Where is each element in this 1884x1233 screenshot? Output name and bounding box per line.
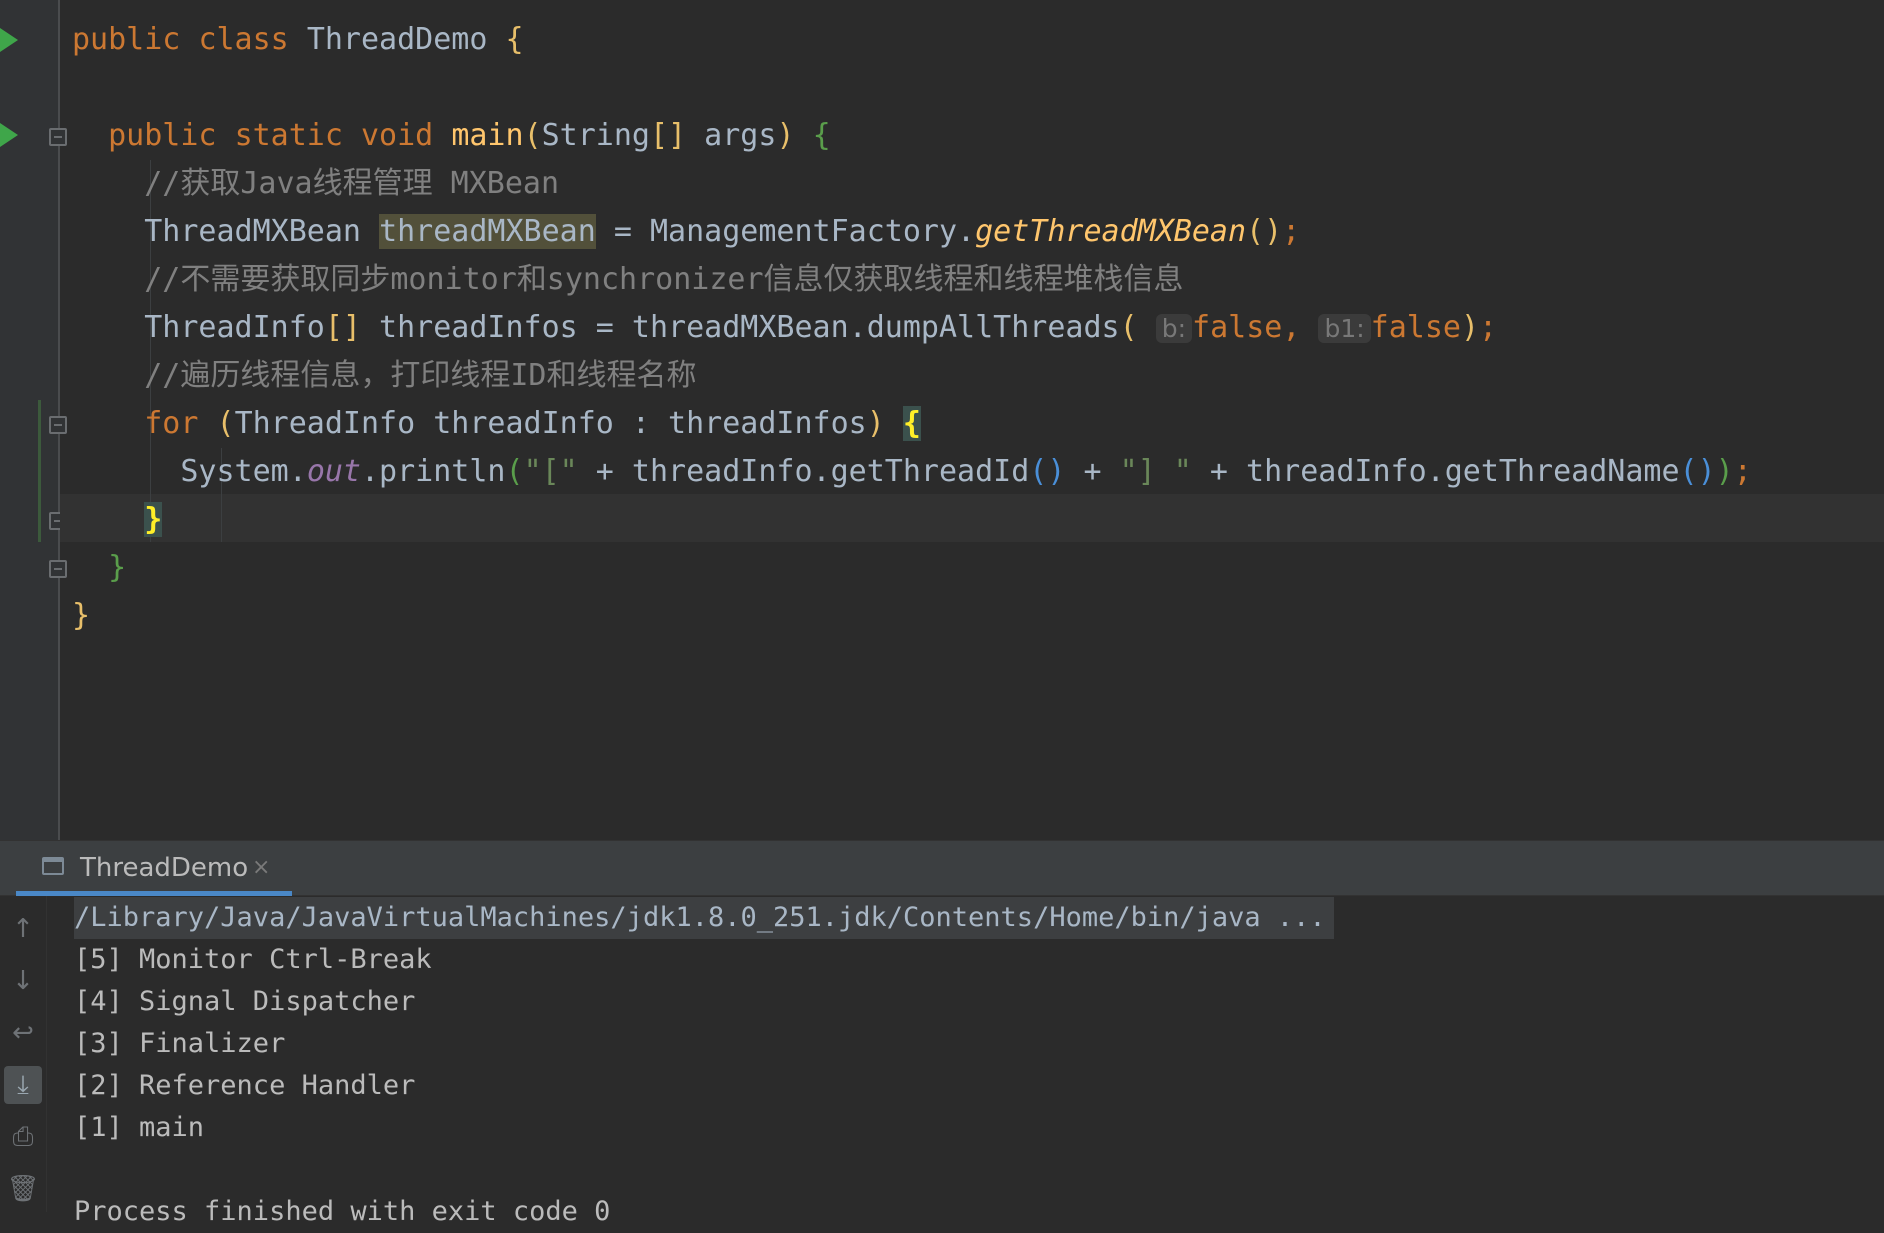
bracket: []	[324, 310, 361, 345]
console-line: [3] Finalizer	[74, 1028, 286, 1059]
brace: }	[108, 550, 127, 585]
brace: {	[505, 22, 524, 57]
keyword: static	[234, 118, 343, 153]
fold-for-icon[interactable]	[49, 416, 67, 434]
active-tab-indicator	[16, 891, 292, 896]
close-icon[interactable]: ×	[252, 841, 270, 895]
code-line-comment[interactable]: //遍历线程信息，打印线程ID和线程名称	[72, 352, 697, 400]
type-name: String	[541, 118, 650, 153]
string-literal: "] "	[1119, 454, 1192, 489]
paren: (	[523, 118, 542, 153]
static-method: getThreadMXBean	[975, 214, 1247, 249]
run-tab-label: ThreadDemo	[80, 853, 249, 883]
scroll-to-end-icon[interactable]: ⤓	[4, 1066, 42, 1104]
paren: ()	[1029, 454, 1066, 489]
loop-header: ThreadInfo threadInfo : threadInfos	[234, 406, 867, 441]
arrow-up-icon[interactable]: ↑	[4, 910, 42, 948]
class-name: ThreadDemo	[306, 22, 488, 57]
dot: .	[957, 214, 976, 249]
brace: }	[72, 598, 91, 633]
expression: threadInfos = threadMXBean.dumpAllThread…	[361, 310, 1120, 345]
run-tab[interactable]: ThreadDemo ×	[16, 841, 292, 896]
code-line-close-class[interactable]: }	[72, 592, 90, 640]
brace-matched: }	[144, 502, 163, 537]
class-name: System.	[180, 454, 307, 489]
code-line-for-loop[interactable]: for (ThreadInfo threadInfo : threadInfos…	[72, 400, 921, 448]
paren: ()	[1246, 214, 1283, 249]
param-name: args	[686, 118, 777, 153]
code-line-comment[interactable]: //获取Java线程管理 MXBean	[72, 160, 559, 208]
run-toolbar: ↑ ↓ ↩ ⤓ ⎙ 🗑	[0, 896, 47, 1212]
method-call: .println	[361, 454, 506, 489]
type-name: ThreadMXBean	[144, 214, 361, 249]
comment-text: //获取Java线程管理 MXBean	[144, 166, 560, 201]
brace: {	[812, 118, 831, 153]
paren: )	[866, 406, 885, 441]
parameter-hint: b1:	[1318, 314, 1371, 343]
expression: + threadInfo.getThreadId	[577, 454, 1030, 489]
boolean-literal: false	[1192, 310, 1283, 345]
operator: =	[595, 214, 650, 249]
keyword: public	[72, 22, 181, 57]
code-editor[interactable]: public class ThreadDemo { public static …	[0, 0, 1884, 840]
paren: )	[1715, 454, 1734, 489]
paren: (	[216, 406, 235, 441]
code-line-mxbean[interactable]: ThreadMXBean threadMXBean = ManagementFa…	[72, 208, 1300, 256]
bracket: []	[650, 118, 687, 153]
comma: ,	[1282, 310, 1319, 345]
console-command-line: /Library/Java/JavaVirtualMachines/jdk1.8…	[74, 897, 1334, 939]
trash-icon[interactable]: 🗑	[4, 1170, 42, 1208]
keyword: class	[198, 22, 289, 57]
run-class-icon[interactable]	[0, 28, 18, 52]
code-line-comment[interactable]: //不需要获取同步monitor和synchronizer信息仅获取线程和线程堆…	[72, 256, 1184, 304]
variable-highlight: threadMXBean	[379, 214, 596, 249]
fold-method-icon[interactable]	[49, 128, 67, 146]
paren: (	[505, 454, 524, 489]
paren: )	[1460, 310, 1480, 345]
console-line: [2] Reference Handler	[74, 1070, 416, 1101]
code-line-close-for[interactable]: }	[72, 496, 163, 544]
code-line-close-method[interactable]: }	[72, 544, 126, 592]
arrow-down-icon[interactable]: ↓	[4, 962, 42, 1000]
boolean-literal: false	[1370, 310, 1461, 345]
caret-line-highlight	[60, 494, 1884, 542]
semicolon: ;	[1282, 214, 1301, 249]
paren: (	[1119, 310, 1138, 345]
paren: ()	[1679, 454, 1716, 489]
console-exit-line: Process finished with exit code 0	[74, 1196, 611, 1227]
method-name: main	[451, 118, 524, 153]
change-marker	[38, 400, 41, 542]
operator: +	[1065, 454, 1120, 489]
static-field: out	[306, 454, 361, 489]
semicolon: ;	[1733, 454, 1752, 489]
code-line-println[interactable]: System.out.println("[" + threadInfo.getT…	[72, 448, 1752, 496]
run-tool-window: ThreadDemo × ↑ ↓ ↩ ⤓ ⎙ 🗑 /Library/Java/J…	[0, 840, 1884, 1227]
code-line-dump-threads[interactable]: ThreadInfo[] threadInfos = threadMXBean.…	[72, 304, 1497, 352]
comment-text: //不需要获取同步monitor和synchronizer信息仅获取线程和线程堆…	[144, 262, 1184, 297]
code-line-main-decl[interactable]: public static void main(String[] args) {	[72, 112, 831, 160]
print-icon[interactable]: ⎙	[4, 1118, 42, 1156]
console-icon	[42, 857, 64, 875]
console-line: [1] main	[74, 1112, 205, 1143]
type-name: ThreadInfo	[144, 310, 325, 345]
keyword: for	[144, 406, 199, 441]
string-literal: "["	[523, 454, 578, 489]
soft-wrap-icon[interactable]: ↩	[4, 1014, 42, 1052]
code-line-class-decl[interactable]: public class ThreadDemo {	[72, 16, 524, 64]
expression: + threadInfo.getThreadName	[1191, 454, 1680, 489]
class-name: ManagementFactory	[650, 214, 958, 249]
console-line: [4] Signal Dispatcher	[74, 986, 416, 1017]
fold-end-method-icon[interactable]	[49, 560, 67, 578]
keyword: public	[108, 118, 217, 153]
parameter-hint: b:	[1155, 314, 1193, 343]
paren: )	[776, 118, 795, 153]
semicolon: ;	[1479, 310, 1498, 345]
run-main-icon[interactable]	[0, 123, 18, 147]
comment-text: //遍历线程信息，打印线程ID和线程名称	[144, 358, 697, 393]
brace-matched: {	[902, 406, 921, 441]
run-tab-bar: ThreadDemo ×	[0, 840, 1884, 896]
console-line: [5] Monitor Ctrl-Break	[74, 944, 432, 975]
keyword: void	[361, 118, 434, 153]
